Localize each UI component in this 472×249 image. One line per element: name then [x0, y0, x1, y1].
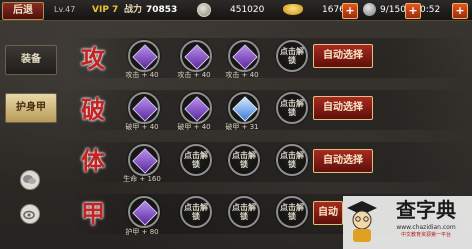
gem-slot[interactable]	[180, 40, 212, 72]
stamina-count: 9/150	[380, 5, 406, 15]
auto-select-button[interactable]: 自动选择	[313, 149, 373, 173]
purple-gem-icon	[132, 44, 158, 70]
silver-coin-icon	[197, 3, 211, 17]
unlock-label: 点击解锁	[184, 151, 208, 169]
gem-slot[interactable]	[180, 92, 212, 124]
chat-icon[interactable]	[20, 170, 40, 190]
watermark-subtitle: 中文教育资源第一平台	[400, 232, 451, 238]
add-time-button[interactable]: +	[452, 3, 468, 19]
locked-slot[interactable]: 点击解锁	[276, 144, 308, 176]
gem-slot[interactable]	[128, 40, 160, 72]
coin-count: 451020	[230, 5, 265, 15]
row-glyph-body: 体	[81, 146, 105, 175]
row-glyph-armor: 甲	[81, 199, 105, 228]
gem-slot[interactable]	[228, 92, 260, 124]
stamina-icon	[363, 3, 376, 16]
row-glyph-attack: 攻	[81, 44, 105, 73]
unlock-label: 点击解锁	[280, 47, 304, 65]
locked-slot[interactable]: 点击解锁	[228, 144, 260, 176]
slot-stat: 生命 + 160	[123, 175, 161, 183]
purple-gem-icon	[232, 44, 258, 70]
locked-slot[interactable]: 点击解锁	[180, 196, 212, 228]
tab-equipment[interactable]: 装备	[5, 45, 57, 75]
tab-armor[interactable]: 护身甲	[5, 93, 57, 123]
weibo-icon[interactable]	[20, 204, 40, 224]
locked-slot[interactable]: 点击解锁	[180, 144, 212, 176]
slot-stat: 攻击 + 40	[125, 71, 159, 79]
gem-slot[interactable]	[228, 40, 260, 72]
vip-level: VIP 7	[92, 5, 119, 15]
row-glyph-break: 破	[81, 95, 105, 124]
auto-select-button[interactable]: 自动选择	[313, 44, 373, 68]
power-value: 70853	[146, 5, 178, 15]
power-label: 战力	[124, 5, 143, 15]
timer: 0:52	[420, 5, 441, 15]
slot-stat: 破甲 + 31	[225, 123, 259, 131]
slot-stat: 护甲 + 80	[125, 228, 159, 236]
locked-slot[interactable]: 点击解锁	[228, 196, 260, 228]
gem-slot[interactable]	[128, 92, 160, 124]
locked-slot[interactable]: 点击解锁	[276, 92, 308, 124]
unlock-label: 点击解锁	[280, 99, 304, 117]
unlock-label: 点击解锁	[184, 203, 208, 221]
purple-gem-icon	[132, 148, 158, 174]
locked-slot[interactable]: 点击解锁	[276, 40, 308, 72]
purple-gem-icon	[132, 200, 158, 226]
unlock-label: 点击解锁	[232, 203, 256, 221]
watermark-url: www.chazidian.com	[396, 224, 456, 231]
purple-gem-icon	[184, 96, 210, 122]
purple-gem-icon	[184, 44, 210, 70]
unlock-label: 点击解锁	[280, 151, 304, 169]
back-button[interactable]: 后退	[2, 2, 44, 20]
watermark-title: 查字典	[396, 198, 456, 222]
auto-select-button[interactable]: 自动	[313, 201, 343, 225]
add-stamina-button[interactable]: +	[405, 3, 421, 19]
auto-select-button[interactable]: 自动选择	[313, 96, 373, 120]
blue-gem-icon	[232, 96, 258, 122]
purple-gem-icon	[132, 96, 158, 122]
gem-slot[interactable]	[128, 144, 160, 176]
locked-slot[interactable]: 点击解锁	[276, 196, 308, 228]
mascot-icon	[345, 198, 379, 244]
unlock-label: 点击解锁	[280, 203, 304, 221]
unlock-label: 点击解锁	[232, 151, 256, 169]
gem-slot[interactable]	[128, 196, 160, 228]
add-gold-button[interactable]: +	[342, 3, 358, 19]
gold-ingot-icon	[283, 4, 303, 15]
top-bar: 后退 Lv.47 VIP 7 战力 70853 451020 1676 + 9/…	[0, 0, 472, 21]
player-level: Lv.47	[54, 5, 76, 14]
slot-stat: 破甲 + 40	[125, 123, 159, 131]
slot-stat: 攻击 + 40	[225, 71, 259, 79]
